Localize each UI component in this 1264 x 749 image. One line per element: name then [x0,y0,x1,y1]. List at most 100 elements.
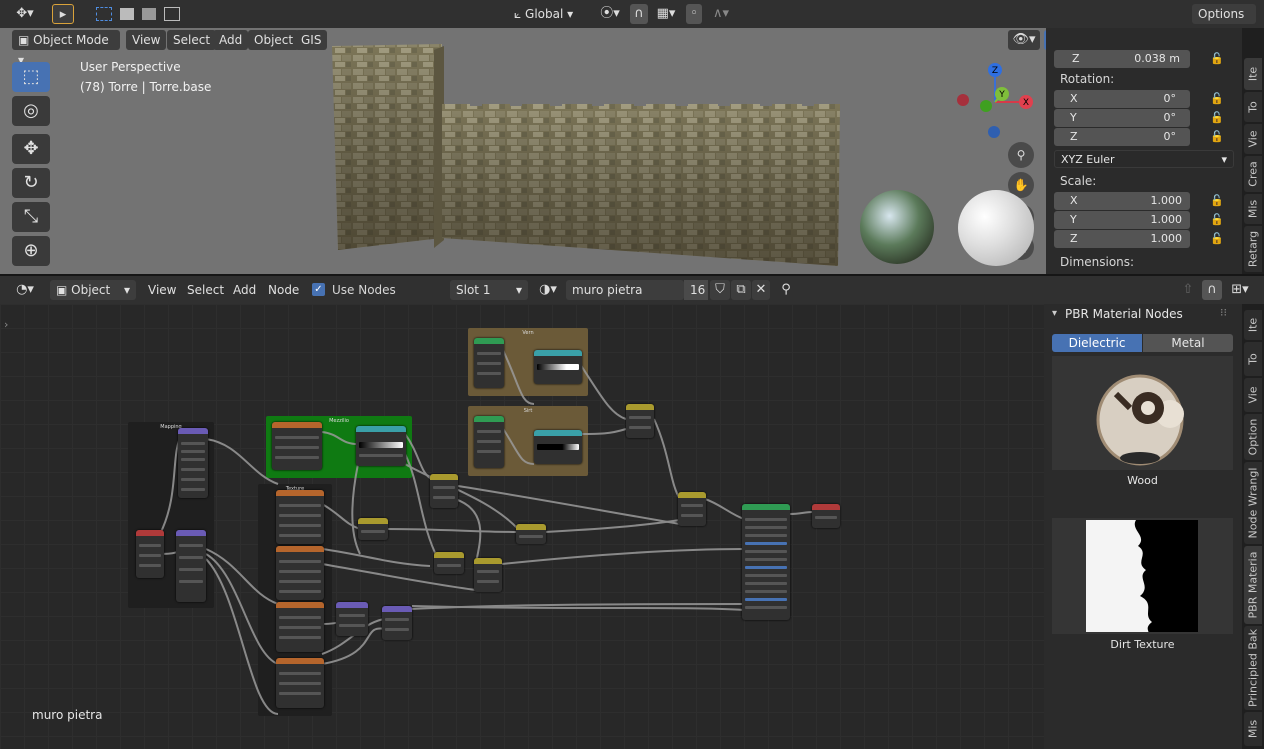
tab-principled-baker[interactable]: Principled Bak [1244,626,1262,710]
dirt-texture-preview-thumbnail[interactable] [1052,518,1233,634]
zoom-icon[interactable]: ⚲ [1008,142,1034,168]
transform-orientation-dropdown[interactable]: ⟀ Global ▾ [508,4,588,24]
view-object-types-icon[interactable]: 👁▾ [1008,30,1040,50]
editor-type-icon[interactable]: ◔▾ [8,280,42,300]
lock-icon[interactable]: 🔓 [1210,194,1224,207]
tab-pbr-material[interactable]: PBR Materia [1244,546,1262,624]
node-mix-1[interactable] [430,474,458,508]
node-image-texture-brown-1[interactable] [474,338,504,388]
node-colorramp-green[interactable] [356,426,406,466]
object-mode-dropdown[interactable]: ▣ Object Mode ▾ [12,30,120,67]
tab-metal[interactable]: Metal [1143,334,1233,352]
gizmo-neg-x-icon[interactable] [957,94,969,106]
duplicate-material-icon[interactable]: ⧉ [731,280,751,300]
tab-tool[interactable]: To [1244,92,1262,122]
lock-icon[interactable]: 🔓 [1210,92,1224,105]
tab-item[interactable]: Ite [1244,310,1262,340]
tab-node-wrangler[interactable]: Node Wrangl [1244,462,1262,544]
3d-viewport[interactable]: ▣ Object Mode ▾ View Select Add Object G… [0,28,1046,274]
node-texture-coordinate[interactable] [136,530,164,578]
node-colorramp-brown-1[interactable] [534,350,582,384]
select-invert-icon[interactable] [164,6,181,21]
collapse-arrow-icon[interactable]: ▾ [1052,308,1057,319]
node-snap-icon[interactable]: ∩ [1202,280,1222,300]
tab-create[interactable]: Crea [1244,156,1262,192]
node-principled-bsdf[interactable] [742,504,790,620]
node-image-texture-3[interactable] [276,602,324,652]
rotation-x-field[interactable]: X 0° [1054,90,1190,108]
rotation-z-field[interactable]: Z 0° [1054,128,1190,146]
material-name-field[interactable]: muro pietra [566,280,684,300]
tab-view[interactable]: Vie [1244,378,1262,412]
scale-tool-icon[interactable]: ⤡ [12,202,50,232]
gizmo-neg-z-icon[interactable] [988,126,1000,138]
editor-type-icon[interactable]: ✥▾ [8,4,42,24]
node-menu-select[interactable]: Select [181,280,230,300]
node-colorramp-brown-2[interactable] [534,430,582,464]
lock-icon[interactable]: 🔓 [1210,232,1224,245]
node-menu-node[interactable]: Node [262,280,305,300]
unlink-close-icon[interactable]: ✕ [752,280,770,300]
node-image-texture-1[interactable] [276,490,324,544]
tab-item[interactable]: Ite [1244,58,1262,90]
rotation-mode-dropdown[interactable]: XYZ Euler ▾ [1054,150,1234,168]
node-mix-4[interactable] [678,492,706,526]
select-subtract-icon[interactable] [142,7,157,20]
tab-misc[interactable]: Mis [1244,712,1262,746]
node-image-texture-green[interactable] [272,422,322,470]
node-bump[interactable] [336,602,368,636]
node-math-2[interactable] [434,552,464,574]
scale-x-field[interactable]: X 1.000 [1054,192,1190,210]
drag-handle-icon[interactable]: ⁝⁝ [1220,306,1227,319]
node-image-texture-4[interactable] [276,658,324,708]
viewport-menu-object[interactable]: Object [248,30,300,50]
viewport-menu-select[interactable]: Select [167,30,217,50]
snap-icon[interactable]: ∩ [630,4,648,24]
node-menu-add[interactable]: Add [227,280,262,300]
node-mapping-2[interactable] [176,530,206,602]
material-browse-icon[interactable]: ◑▾ [534,280,562,300]
gizmo-neg-y-icon[interactable] [980,100,992,112]
snap-element-icon[interactable]: ⊞▾ [1224,280,1256,300]
transform-tool-icon[interactable]: ⊕ [12,236,50,266]
node-math-3[interactable] [516,524,546,544]
scale-z-field[interactable]: Z 1.000 [1054,230,1190,248]
pivot-point-icon[interactable]: ⦿▾ [595,4,625,24]
select-tool-icon[interactable]: ▸ [52,4,74,24]
cursor-tool-icon[interactable]: ◎ [12,96,50,126]
tab-tool[interactable]: To [1244,342,1262,376]
viewport-menu-gis[interactable]: GIS [295,30,328,50]
lock-icon[interactable]: 🔓 [1210,52,1224,65]
move-tool-icon[interactable]: ✥ [12,134,50,164]
pin-icon[interactable]: ⚲ [776,280,796,300]
node-mix-2[interactable] [474,558,502,592]
node-image-texture-brown-2[interactable] [474,416,504,468]
node-image-texture-2[interactable] [276,546,324,600]
node-canvas[interactable]: › Mapping Mezzilio Texture Vern Sirt mur… [0,304,1044,749]
node-mix-3[interactable] [626,404,654,438]
location-z-field[interactable]: Z 0.038 m [1054,50,1190,68]
select-extend-icon[interactable] [119,7,134,20]
node-menu-view[interactable]: View [142,280,182,300]
select-box-tool-icon[interactable]: ⬚ [12,62,50,92]
falloff-icon[interactable]: ∧▾ [706,4,736,24]
rotate-tool-icon[interactable]: ↻ [12,168,50,198]
snap-target-icon[interactable]: ▦▾ [652,4,680,24]
tab-dielectric[interactable]: Dielectric [1052,334,1142,352]
viewport-menu-view[interactable]: View [126,30,167,50]
scale-y-field[interactable]: Y 1.000 [1054,211,1190,229]
node-material-output[interactable] [812,504,840,528]
tab-options[interactable]: Option [1244,414,1262,460]
node-normal-map[interactable] [382,606,412,640]
lock-icon[interactable]: 🔓 [1210,213,1224,226]
selection-mode-icons[interactable] [90,4,186,24]
fake-user-shield-icon[interactable]: ⛉ [710,280,730,300]
proportional-edit-icon[interactable]: ◦ [686,4,702,24]
lock-icon[interactable]: 🔓 [1210,111,1224,124]
slot-dropdown[interactable]: Slot 1 ▾ [450,280,528,300]
tab-misc[interactable]: Mis [1244,194,1262,224]
tab-retarget[interactable]: Retarg [1244,226,1262,272]
select-new-icon[interactable] [95,6,112,21]
tab-view[interactable]: Vie [1244,124,1262,154]
viewport-menu-add[interactable]: Add [213,30,249,50]
